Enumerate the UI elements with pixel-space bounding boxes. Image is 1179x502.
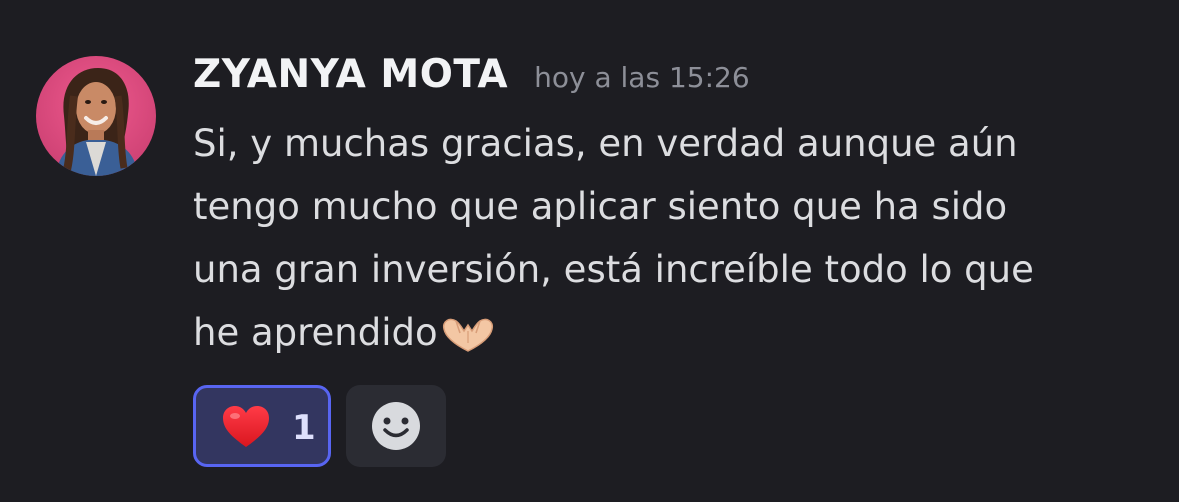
message-content: Si, y muchas gracias, en verdad aunque a…	[193, 112, 1153, 364]
red-heart-emoji-icon	[222, 405, 270, 453]
chat-message: ZYANYA MOTA hoy a las 15:26 Si, y muchas…	[0, 0, 1179, 502]
message-line: tengo mucho que aplicar siento que ha si…	[193, 185, 1008, 228]
add-reaction-button[interactable]	[346, 385, 446, 467]
user-avatar-photo-icon	[36, 56, 156, 176]
avatar[interactable]	[36, 56, 156, 176]
message-header: ZYANYA MOTA hoy a las 15:26	[193, 52, 750, 106]
message-line: una gran inversión, está increíble todo …	[193, 248, 1034, 291]
message-line-last: he aprendido	[193, 301, 1153, 364]
author-name[interactable]: ZYANYA MOTA	[193, 52, 508, 97]
message-line: he aprendido	[193, 311, 438, 354]
message-timestamp: hoy a las 15:26	[534, 61, 750, 94]
reaction-heart-button[interactable]: 1	[193, 385, 331, 467]
smiley-face-icon	[372, 402, 420, 450]
message-line: Si, y muchas gracias, en verdad aunque a…	[193, 122, 1018, 165]
heart-hands-emoji-icon	[440, 309, 496, 372]
reaction-count: 1	[292, 408, 316, 448]
